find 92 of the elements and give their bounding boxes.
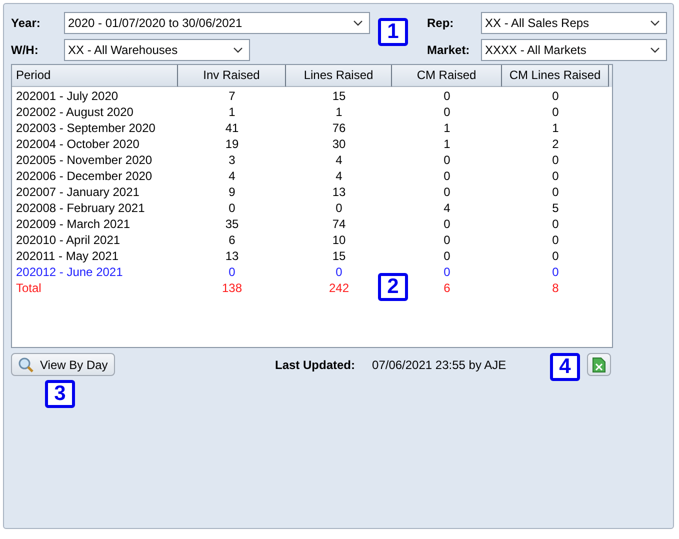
last-updated-value: 07/06/2021 23:55 by AJE	[372, 358, 506, 372]
table-cell-text: 0	[442, 248, 452, 264]
table-cell-text: 0	[442, 264, 452, 280]
table-cell-text: 0	[442, 152, 452, 168]
dropdown[interactable]: XX - All Warehouses	[64, 39, 250, 61]
table-cell-text: 0	[334, 264, 344, 280]
table-cell-text: 202005 - November 2020	[15, 152, 154, 168]
caret-icon	[650, 47, 660, 53]
export-button[interactable]	[587, 353, 611, 376]
table-cell-text: 0	[551, 168, 560, 184]
table-cell-text: 0	[551, 248, 560, 264]
spreadsheet-icon	[592, 356, 606, 372]
table-cell-text: 1	[551, 120, 560, 136]
table-cell-text: 0	[334, 200, 344, 216]
column-header[interactable]: Inv Raised	[178, 65, 286, 87]
table-cell-text: 202003 - September 2020	[15, 120, 156, 136]
callout-badge: 3	[45, 380, 75, 408]
caret-icon	[650, 20, 660, 26]
column-header[interactable]: CM Raised	[392, 65, 502, 87]
table-cell-text: 202001 - July 2020	[15, 88, 120, 104]
table-cell-text: 4	[334, 152, 344, 168]
table-cell-text: 0	[442, 216, 452, 232]
table-cell-text: 202004 - October 2020	[15, 136, 140, 152]
column-header[interactable]: Lines Raised	[286, 65, 392, 87]
table-cell-text: 4	[228, 168, 236, 184]
table-cell-text: 19	[224, 136, 240, 152]
table-cell-text: 0	[228, 264, 236, 280]
table-cell-text: 0	[551, 152, 560, 168]
table-cell-text: 138	[220, 280, 244, 296]
callout-badge: 1	[378, 18, 408, 46]
table-cell-text: 202002 - August 2020	[15, 104, 134, 120]
last-updated-label: Last Updated:	[275, 358, 356, 372]
field-label: W/H:	[11, 43, 40, 57]
table-cell-text: 4	[334, 168, 344, 184]
table-cell-text: 202008 - February 2021	[15, 200, 146, 216]
table-cell-text: 1	[442, 136, 452, 152]
table-cell-text: 0	[551, 88, 560, 104]
dropdown[interactable]: 2020 - 01/07/2020 to 30/06/2021	[64, 12, 370, 34]
table-cell-text: 8	[551, 280, 560, 296]
table-cell-text: 0	[551, 232, 560, 248]
table-cell-text: 9	[228, 184, 236, 200]
table-cell-text: 2	[551, 136, 560, 152]
table-cell-text: 202012 - June 2021	[15, 264, 124, 280]
table-cell-text: 1	[442, 120, 452, 136]
caret-icon	[353, 20, 363, 26]
table-cell-text: 202007 - January 2021	[15, 184, 140, 200]
table-cell-text: 202006 - December 2020	[15, 168, 154, 184]
table-cell-text: 0	[551, 104, 560, 120]
table-cell-text: Total	[15, 280, 42, 296]
table-cell-text: 13	[331, 184, 347, 200]
table-cell-text: 5	[551, 200, 560, 216]
table-cell-text: 0	[551, 264, 560, 280]
dropdown[interactable]: XX - All Sales Reps	[481, 12, 667, 34]
field-label: Market:	[427, 43, 471, 57]
table-cell-text: 6	[228, 232, 236, 248]
table-cell-text: 202010 - April 2021	[15, 232, 122, 248]
field-label: Year:	[11, 16, 42, 30]
table-cell-text: 0	[228, 200, 236, 216]
table-cell-text: 0	[551, 216, 560, 232]
dropdown[interactable]: XXXX - All Markets	[481, 39, 667, 61]
table-cell-text: 3	[228, 152, 236, 168]
table-cell-text: 0	[442, 184, 452, 200]
view-by-day-button[interactable]: View By Day	[11, 353, 115, 376]
table-cell-text: 7	[228, 88, 236, 104]
table-cell-text: 0	[442, 168, 452, 184]
table-cell-text: 30	[331, 136, 347, 152]
table-cell-text: 242	[328, 280, 350, 296]
caret-icon	[233, 47, 243, 53]
table-cell-text: 10	[331, 232, 347, 248]
table-cell-text: 15	[331, 248, 347, 264]
table-cell-text: 202011 - May 2021	[15, 248, 120, 264]
table-cell-text: 6	[442, 280, 452, 296]
table-cell-text: 35	[224, 216, 240, 232]
table-cell-text: 4	[442, 200, 452, 216]
callout-badge: 4	[550, 353, 580, 381]
table-cell-text: 13	[224, 248, 240, 264]
table-cell-text: 0	[442, 104, 452, 120]
table-cell-text: 0	[551, 184, 560, 200]
table-cell-text: 1	[334, 104, 344, 120]
search-icon	[18, 356, 34, 372]
table-cell-text: 76	[331, 120, 347, 136]
table-cell-text: 15	[331, 88, 347, 104]
column-header[interactable]: Period	[12, 65, 178, 87]
field-label: Rep:	[427, 16, 455, 30]
callout-badge: 2	[378, 273, 408, 301]
table-cell-text: 74	[331, 216, 347, 232]
table-cell-text: 0	[442, 232, 452, 248]
table-cell-text: 0	[442, 88, 452, 104]
table-cell-text: 202009 - March 2021	[15, 216, 132, 232]
table-cell-text: 41	[224, 120, 240, 136]
column-header[interactable]: CM Lines Raised	[502, 65, 609, 87]
table-cell-text: 1	[228, 104, 236, 120]
